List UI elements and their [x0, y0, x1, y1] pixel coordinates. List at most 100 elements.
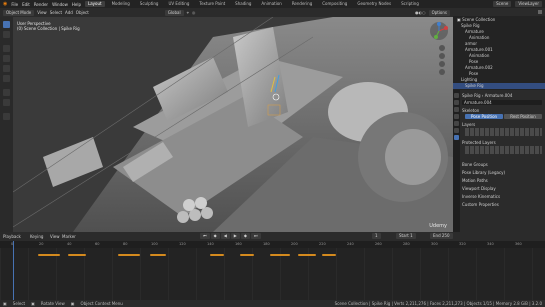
snap-icon[interactable]: ⌖ — [187, 10, 189, 15]
tab-texture-paint[interactable]: Texture Paint — [196, 1, 228, 7]
section-skeleton[interactable]: Skeleton — [462, 108, 542, 113]
menu-file[interactable]: File — [11, 2, 18, 7]
jump-start-icon[interactable]: ⏮ — [200, 233, 210, 239]
section-motion-paths[interactable]: Motion Paths — [462, 178, 542, 183]
prev-keyframe-icon[interactable]: ◆ — [210, 233, 220, 239]
current-frame-field[interactable]: 1 — [372, 233, 381, 239]
view-menu-timeline[interactable]: View — [50, 234, 60, 239]
tab-uv-editing[interactable]: UV Editing — [165, 1, 192, 7]
mode-selector[interactable]: Object Mode — [3, 9, 35, 16]
zoom-icon[interactable] — [439, 45, 445, 51]
ortho-toggle-icon[interactable] — [439, 69, 445, 75]
armature-name-field[interactable]: Armature.004 — [462, 100, 542, 105]
keyframe-range[interactable] — [270, 254, 290, 256]
pan-icon[interactable] — [439, 53, 445, 59]
keyframe-range[interactable] — [322, 254, 336, 256]
object-menu[interactable]: Object — [76, 10, 89, 15]
mouse-right-icon: ▣ — [70, 301, 75, 306]
tab-rendering[interactable]: Rendering — [289, 1, 315, 7]
menu-help[interactable]: Help — [72, 2, 81, 7]
view-layer-selector[interactable]: ViewLayer — [515, 1, 542, 7]
start-frame-field[interactable]: Start 1 — [396, 233, 416, 239]
toolbar — [0, 17, 13, 232]
layers-grid[interactable] — [465, 128, 542, 136]
playback-menu[interactable]: Playback — [3, 234, 21, 239]
render-tab-icon[interactable] — [454, 100, 459, 105]
menu-render[interactable]: Render — [34, 2, 48, 7]
keyframe-range[interactable] — [38, 254, 60, 256]
tick-label: 160 — [235, 242, 242, 246]
next-keyframe-icon[interactable]: ◆ — [240, 233, 250, 239]
tab-geometry-nodes[interactable]: Geometry Nodes — [354, 1, 394, 7]
protected-layers-label: Protected Layers — [462, 140, 496, 145]
viewport-shading-icon[interactable]: ●◐○ — [415, 10, 425, 15]
timeline-header: Playback Keying View Marker ⏮ ◆ ◀ ▶ ◆ ⏭ … — [0, 232, 545, 241]
cursor-tool-icon[interactable] — [3, 31, 10, 38]
section-bone-groups[interactable]: Bone Groups — [462, 162, 542, 167]
transform-tool-icon[interactable] — [3, 75, 10, 82]
tab-compositing[interactable]: Compositing — [319, 1, 350, 7]
section-viewport-display[interactable]: Viewport Display — [462, 186, 542, 191]
scene-selector[interactable]: Scene — [493, 1, 512, 7]
tab-layout[interactable]: Layout — [84, 1, 105, 7]
tick-label: 300 — [431, 242, 438, 246]
keyframe-range[interactable] — [118, 254, 140, 256]
rest-position-button[interactable]: Rest Position — [504, 114, 542, 119]
add-cube-tool-icon[interactable] — [3, 113, 10, 120]
world-tab-icon[interactable] — [454, 121, 459, 126]
keyframe-range[interactable] — [210, 254, 224, 256]
section-pose-library[interactable]: Pose Library (Legacy) — [462, 170, 542, 175]
output-tab-icon[interactable] — [454, 107, 459, 112]
tab-shading[interactable]: Shading — [232, 1, 254, 7]
3d-viewport[interactable]: User Perspective (0) Scene Collection | … — [13, 17, 453, 232]
menu-window[interactable]: Window — [52, 2, 68, 7]
keyframe-range[interactable] — [240, 254, 254, 256]
jump-end-icon[interactable]: ⏭ — [250, 233, 261, 239]
select-box-tool-icon[interactable] — [3, 21, 10, 28]
options-button[interactable]: Options — [428, 9, 450, 16]
play-icon[interactable]: ▶ — [230, 233, 240, 239]
tick-label: 180 — [263, 242, 270, 246]
frame-ruler[interactable]: 0 20 40 60 80 100 120 140 160 180 200 22… — [0, 241, 545, 248]
measure-tool-icon[interactable] — [3, 99, 10, 106]
pose-position-button[interactable]: Pose Position — [465, 114, 503, 119]
play-reverse-icon[interactable]: ◀ — [220, 233, 230, 239]
tab-sculpting[interactable]: Sculpting — [137, 1, 162, 7]
blender-logo-icon[interactable]: ◉ — [3, 1, 7, 7]
scale-tool-icon[interactable] — [3, 65, 10, 72]
keyframe-range[interactable] — [150, 254, 166, 256]
annotate-tool-icon[interactable] — [3, 89, 10, 96]
tick-label: 80 — [123, 242, 128, 246]
tick-label: 100 — [151, 242, 158, 246]
tab-scripting[interactable]: Scripting — [398, 1, 422, 7]
playhead[interactable] — [13, 241, 14, 300]
scene-tab-icon[interactable] — [454, 114, 459, 119]
filter-icon[interactable] — [538, 10, 542, 14]
tick-label: 260 — [375, 242, 382, 246]
tool-tab-icon[interactable] — [454, 93, 459, 98]
keying-menu[interactable]: Keying — [30, 234, 43, 239]
armature-data-tab-icon[interactable] — [454, 135, 459, 140]
rotate-tool-icon[interactable] — [3, 55, 10, 62]
protected-layers-grid[interactable] — [465, 146, 542, 154]
menu-edit[interactable]: Edit — [22, 2, 30, 7]
keyframe-range[interactable] — [68, 254, 86, 256]
add-menu[interactable]: Add — [65, 10, 73, 15]
tab-modeling[interactable]: Modeling — [109, 1, 133, 7]
navigation-gizmo-icon[interactable] — [429, 21, 449, 41]
proportional-edit-icon[interactable]: ◎ — [192, 10, 196, 15]
section-custom-properties[interactable]: Custom Properties — [462, 202, 542, 207]
marker-menu[interactable]: Marker — [62, 234, 76, 239]
tab-animation[interactable]: Animation — [258, 1, 284, 7]
transform-orientation-selector[interactable]: Global — [164, 9, 184, 16]
move-tool-icon[interactable] — [3, 45, 10, 52]
object-tab-icon[interactable] — [454, 128, 459, 133]
outliner-item-selected[interactable]: Spike Rig — [453, 83, 545, 89]
camera-view-icon[interactable] — [439, 61, 445, 67]
keyframe-range[interactable] — [298, 254, 316, 256]
section-inverse-kinematics[interactable]: Inverse Kinematics — [462, 194, 542, 199]
select-menu[interactable]: Select — [50, 10, 62, 15]
keyframe-track[interactable] — [0, 241, 545, 300]
end-frame-field[interactable]: End 250 — [430, 233, 453, 239]
view-menu[interactable]: View — [37, 10, 47, 15]
